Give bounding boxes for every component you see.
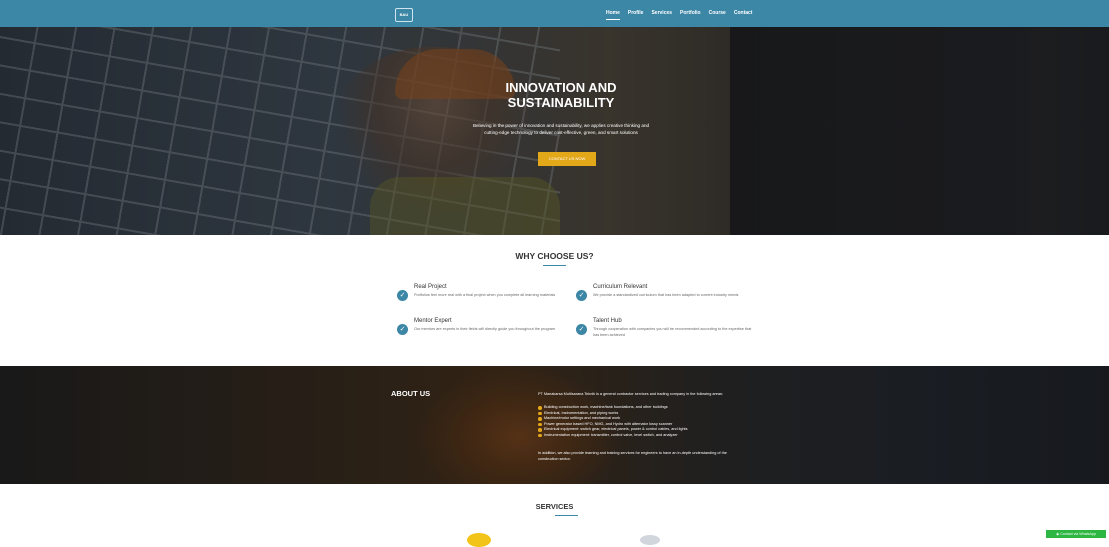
feature-curriculum-relevant: ✓ Curriculum Relevant We provide a stand… bbox=[576, 284, 756, 312]
hero-title-line2: SUSTAINABILITY bbox=[507, 95, 615, 110]
feature-title: Curriculum Relevant bbox=[593, 284, 648, 290]
hero-subtitle: Believing in the power of innovation and… bbox=[472, 123, 650, 135]
nav-links: Home Profile Services Portfolio Course C… bbox=[606, 10, 753, 20]
check-circle-icon: ✓ bbox=[576, 324, 587, 335]
bullet-icon bbox=[538, 406, 542, 410]
about-intro: PT Manakarsa Multisarana Teknik is a gen… bbox=[538, 392, 723, 396]
about-us-title: ABOUT US bbox=[391, 389, 431, 398]
feature-real-project: ✓ Real Project Portfolios feel more real… bbox=[397, 284, 577, 312]
service-icon-grey bbox=[640, 535, 660, 545]
list-item-text: Machine/motor settings and mechanical wo… bbox=[544, 416, 620, 420]
bullet-icon bbox=[538, 411, 542, 415]
service-icon-yellow bbox=[467, 533, 491, 547]
list-item-text: Electrical, Instrumentation, and piping … bbox=[544, 410, 619, 415]
hero-title: INNOVATION AND SUSTAINABILITY bbox=[460, 80, 662, 110]
top-navbar: BAU Home Profile Services Portfolio Cour… bbox=[0, 0, 1109, 27]
feature-title: Mentor Expert bbox=[414, 318, 452, 324]
feature-mentor-expert: ✓ Mentor Expert Our mentors are experts … bbox=[397, 318, 577, 346]
whatsapp-contact-button[interactable]: ◉ Contact via WhatsApp bbox=[1046, 530, 1106, 538]
nav-link-profile[interactable]: Profile bbox=[628, 10, 644, 16]
contact-us-button[interactable]: CONTACT US NOW bbox=[538, 152, 596, 166]
feature-title: Talent Hub bbox=[593, 318, 622, 324]
feature-description: Our mentors are experts in their fields … bbox=[414, 327, 556, 331]
bullet-icon bbox=[538, 422, 542, 426]
site-logo[interactable]: BAU bbox=[395, 8, 413, 22]
check-circle-icon: ✓ bbox=[576, 290, 587, 301]
feature-description: We provide a standardized curriculum tha… bbox=[593, 293, 739, 297]
whatsapp-icon: ◉ bbox=[1056, 532, 1060, 536]
bullet-icon bbox=[538, 428, 542, 432]
feature-talent-hub: ✓ Talent Hub Through cooperation with co… bbox=[576, 318, 756, 346]
nav-link-portfolio[interactable]: Portfolio bbox=[680, 10, 701, 16]
list-item-text: Electrical equipment: switch gear, elect… bbox=[544, 427, 688, 431]
about-outro: In addition, we also provide learning an… bbox=[538, 451, 727, 461]
whatsapp-label: Contact via WhatsApp bbox=[1060, 532, 1096, 536]
services-title-underline bbox=[555, 515, 578, 516]
about-services-list: Building construction work, machine/tank… bbox=[538, 405, 753, 438]
list-item-text: Building construction work, machine/tank… bbox=[544, 405, 668, 409]
nav-link-contact[interactable]: Contact bbox=[734, 10, 753, 16]
feature-description: Portfolios feel more real with a final p… bbox=[414, 293, 556, 297]
list-item: Instrumentation equipment: transmitter, … bbox=[538, 433, 753, 439]
hero-title-line1: INNOVATION AND bbox=[505, 80, 617, 95]
services-title: SERVICES bbox=[535, 502, 574, 511]
feature-title: Real Project bbox=[414, 284, 447, 290]
why-choose-us-title: WHY CHOOSE US? bbox=[515, 251, 594, 261]
list-item-text: Instrumentation equipment: transmitter, … bbox=[544, 432, 678, 437]
bullet-icon bbox=[538, 433, 542, 437]
nav-link-course[interactable]: Course bbox=[709, 10, 726, 16]
nav-link-services[interactable]: Services bbox=[651, 10, 672, 16]
why-title-underline bbox=[543, 265, 566, 266]
list-item-text: Power generator based HFO, NMG, and Hydr… bbox=[544, 421, 673, 426]
nav-link-home[interactable]: Home bbox=[606, 10, 620, 20]
check-circle-icon: ✓ bbox=[397, 324, 408, 335]
check-circle-icon: ✓ bbox=[397, 290, 408, 301]
feature-description: Through cooperation with companies you w… bbox=[593, 327, 752, 337]
bullet-icon bbox=[538, 417, 542, 421]
